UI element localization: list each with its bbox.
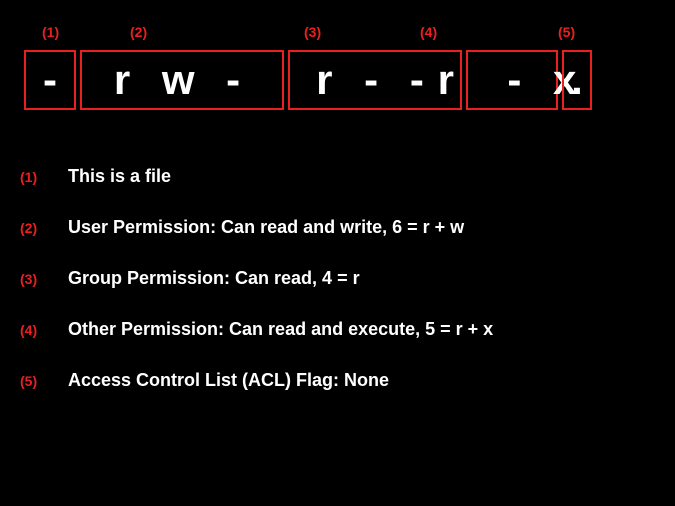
box-file-type: -	[24, 50, 76, 110]
legend-text-5: Access Control List (ACL) Flag: None	[68, 370, 389, 391]
legend-row: (5) Access Control List (ACL) Flag: None	[20, 370, 493, 391]
legend-num-4: (4)	[20, 322, 68, 338]
label-2: (2)	[130, 24, 147, 40]
label-4: (4)	[420, 24, 437, 40]
box-1-text: -	[43, 56, 57, 104]
box-other-perm: r - x	[466, 50, 558, 110]
legend-text-4: Other Permission: Can read and execute, …	[68, 319, 493, 340]
legend-num-3: (3)	[20, 271, 68, 287]
box-5-text: .	[571, 56, 583, 104]
legend-text-2: User Permission: Can read and write, 6 =…	[68, 217, 464, 238]
legend-text-1: This is a file	[68, 166, 171, 187]
legend-num-2: (2)	[20, 220, 68, 236]
legend-row: (4) Other Permission: Can read and execu…	[20, 319, 493, 340]
box-3-text: r - -	[316, 56, 434, 104]
label-5: (5)	[558, 24, 575, 40]
label-1: (1)	[42, 24, 59, 40]
legend-row: (1) This is a file	[20, 166, 493, 187]
box-acl-flag: .	[562, 50, 592, 110]
legend-list: (1) This is a file (2) User Permission: …	[20, 166, 493, 421]
box-group-perm: r - -	[288, 50, 462, 110]
legend-text-3: Group Permission: Can read, 4 = r	[68, 268, 360, 289]
legend-num-5: (5)	[20, 373, 68, 389]
legend-row: (3) Group Permission: Can read, 4 = r	[20, 268, 493, 289]
permission-boxes: - r w - r - - r - x .	[24, 50, 592, 110]
label-3: (3)	[304, 24, 321, 40]
legend-num-1: (1)	[20, 169, 68, 185]
top-labels-row: (1) (2) (3) (4) (5)	[24, 24, 584, 44]
box-2-text: r w -	[114, 56, 250, 104]
legend-row: (2) User Permission: Can read and write,…	[20, 217, 493, 238]
box-user-perm: r w -	[80, 50, 284, 110]
